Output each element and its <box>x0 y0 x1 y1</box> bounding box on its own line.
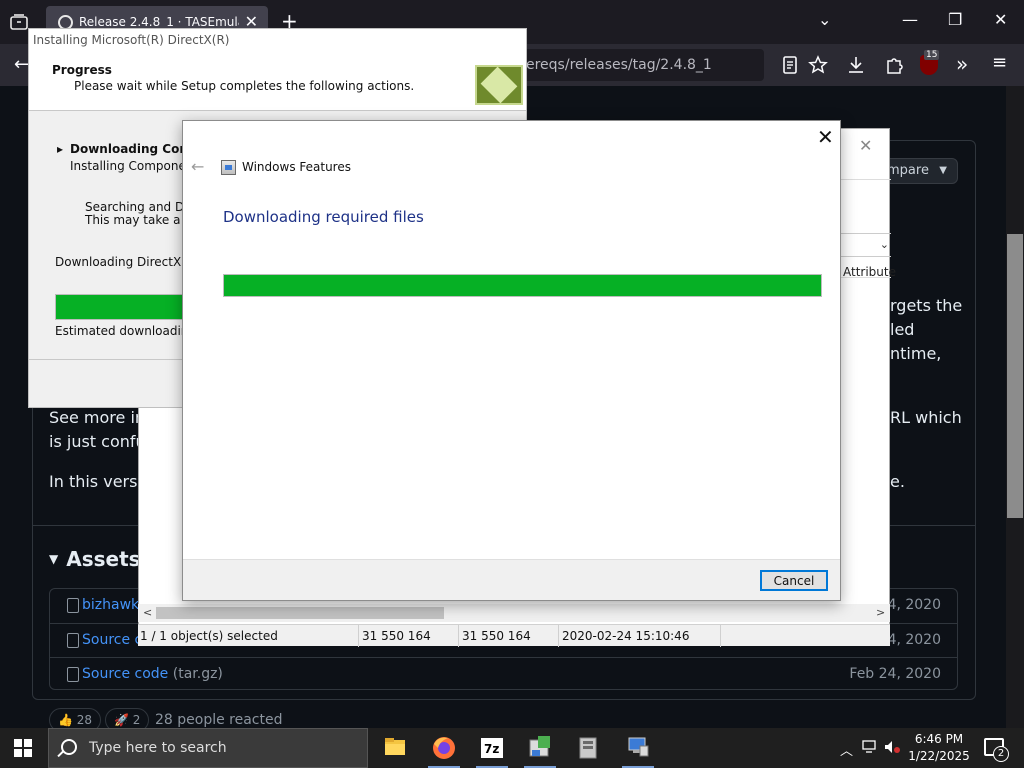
taskbar: Type here to search 7z ︿ 6:46 PM 1/22/20… <box>0 728 1024 768</box>
status-size: 31 550 164 <box>362 629 431 643</box>
collapse-triangle-icon: ▼ <box>49 552 59 566</box>
asset-link[interactable]: bizhawk_ <box>82 597 146 613</box>
reader-view-icon[interactable] <box>780 55 800 75</box>
directx-header: Progress Please wait while Setup complet… <box>29 51 526 111</box>
network-icon[interactable] <box>862 740 878 754</box>
release-notes-line: RL which <box>890 408 962 427</box>
file-zip-icon <box>67 633 79 648</box>
scroll-right-icon[interactable]: > <box>876 606 885 619</box>
firefox-icon[interactable] <box>424 732 464 768</box>
system-clock[interactable]: 6:46 PM 1/22/2025 <box>900 731 978 765</box>
file-explorer-icon[interactable] <box>375 732 415 764</box>
asset-link[interactable]: Source code (tar.gz) <box>82 666 223 682</box>
setup-icon[interactable] <box>520 732 560 768</box>
header-divider <box>839 277 891 278</box>
step-arrow-icon: ▸ <box>57 142 64 156</box>
minimize-button[interactable]: — <box>902 10 918 29</box>
volume-muted-icon[interactable] <box>884 740 900 754</box>
windows-start-icon[interactable] <box>14 739 32 757</box>
ublock-badge: 15 <box>924 50 940 60</box>
status-modified: 2020-02-24 15:10:46 <box>562 629 690 643</box>
reaction-count: 28 <box>76 713 93 727</box>
downloads-icon[interactable] <box>846 55 866 75</box>
windows-features-icon <box>221 160 236 175</box>
asset-link-name: Source code <box>82 666 169 682</box>
asset-date: Feb 24, 2020 <box>849 666 941 682</box>
release-notes-line: led <box>890 320 915 339</box>
rocket-icon: 🚀 <box>114 713 129 727</box>
notification-count-badge: 2 <box>993 746 1009 762</box>
scroll-left-icon[interactable]: < <box>143 606 152 619</box>
tab-overflow-chevron-icon[interactable]: ⌄ <box>818 10 831 29</box>
release-notes-line: In this versio <box>49 472 152 491</box>
page-scrollbar-thumb[interactable] <box>1007 234 1023 518</box>
taskbar-search-box[interactable]: Type here to search <box>48 728 368 768</box>
directx-logo-icon <box>475 65 523 105</box>
directx-titlebar[interactable]: Installing Microsoft(R) DirectX(R) <box>29 29 526 51</box>
dialog-heading: Downloading required files <box>223 208 424 226</box>
chevron-down-icon: ⌄ <box>879 238 889 251</box>
status-separator <box>458 625 459 647</box>
status-separator <box>720 625 721 647</box>
clock-time: 6:46 PM <box>914 732 964 746</box>
network-app-icon[interactable] <box>618 732 658 768</box>
directx-window-title: Installing Microsoft(R) DirectX(R) <box>33 33 230 47</box>
compare-label: mpare <box>887 163 929 178</box>
caret-down-icon: ▼ <box>939 165 947 176</box>
release-notes-line: See more inf <box>49 408 151 427</box>
explorer-status-bar: 1 / 1 object(s) selected 31 550 164 31 5… <box>138 624 890 647</box>
status-packed-size: 31 550 164 <box>462 629 531 643</box>
explorer-close-icon[interactable]: ✕ <box>859 136 872 155</box>
asset-link[interactable]: Source c <box>82 632 142 648</box>
reaction-count: 2 <box>132 713 141 727</box>
asset-row: Source code (tar.gz) Feb 24, 2020 <box>50 657 957 691</box>
status-separator <box>558 625 559 647</box>
hamburger-menu-icon[interactable]: ≡ <box>992 52 1012 73</box>
extensions-puzzle-icon[interactable] <box>884 55 904 75</box>
svg-text:7z: 7z <box>484 742 499 756</box>
search-icon <box>61 739 77 755</box>
directx-header-title: Progress <box>52 63 112 77</box>
asset-link-ext: (tar.gz) <box>172 666 223 682</box>
close-window-button[interactable]: ✕ <box>994 10 1007 29</box>
show-hidden-icons-chevron-icon[interactable]: ︿ <box>840 740 853 759</box>
horizontal-scroll-thumb[interactable] <box>156 607 444 619</box>
assets-title-text: Assets <box>66 547 141 571</box>
assets-heading[interactable]: ▼ Assets <box>49 547 141 571</box>
tab-title: Release 2.4.8_1 · TASEmulators/ <box>79 15 239 29</box>
dialog-close-icon[interactable]: ✕ <box>817 125 834 149</box>
maximize-button[interactable]: ❐ <box>948 10 962 29</box>
explorer-dropdown[interactable]: ⌄ <box>839 233 891 257</box>
windows-features-dialog: ✕ ← Windows Features Downloading require… <box>182 120 841 601</box>
page-scrollbar[interactable] <box>1006 86 1024 728</box>
explorer-toolbar-divider <box>839 179 891 180</box>
release-notes-line: rgets the <box>890 296 963 315</box>
package-icon <box>67 598 79 613</box>
overflow-chevrons-icon[interactable]: » <box>956 52 976 76</box>
bookmark-star-icon[interactable] <box>808 55 828 75</box>
tab-list-icon[interactable] <box>10 14 28 30</box>
reacted-summary: 28 people reacted <box>155 712 283 728</box>
download-progress-bar <box>223 274 822 297</box>
release-notes-line: e. <box>890 472 905 491</box>
url-text[interactable]: ereqs/releases/tag/2.4.8_1 <box>526 57 712 73</box>
directx-header-subtitle: Please wait while Setup completes the fo… <box>74 79 415 93</box>
archive-icon[interactable] <box>568 732 608 764</box>
status-separator <box>358 625 359 647</box>
thumbs-up-icon: 👍 <box>58 713 73 727</box>
file-zip-icon <box>67 667 79 682</box>
back-arrow-icon[interactable]: ← <box>191 157 204 176</box>
cancel-button[interactable]: Cancel <box>760 570 828 591</box>
search-placeholder: Type here to search <box>89 740 227 756</box>
release-notes-line: ntime, <box>890 344 942 363</box>
back-arrow-icon[interactable]: ← <box>14 54 29 75</box>
download-progress-fill <box>224 275 821 296</box>
status-selected: 1 / 1 object(s) selected <box>140 629 278 643</box>
dialog-footer: Cancel <box>183 559 840 600</box>
7zip-icon[interactable]: 7z <box>472 732 512 768</box>
explorer-horizontal-scrollbar[interactable]: < > <box>138 604 890 622</box>
dialog-title: Windows Features <box>242 160 351 174</box>
clock-date: 1/22/2025 <box>908 749 970 763</box>
